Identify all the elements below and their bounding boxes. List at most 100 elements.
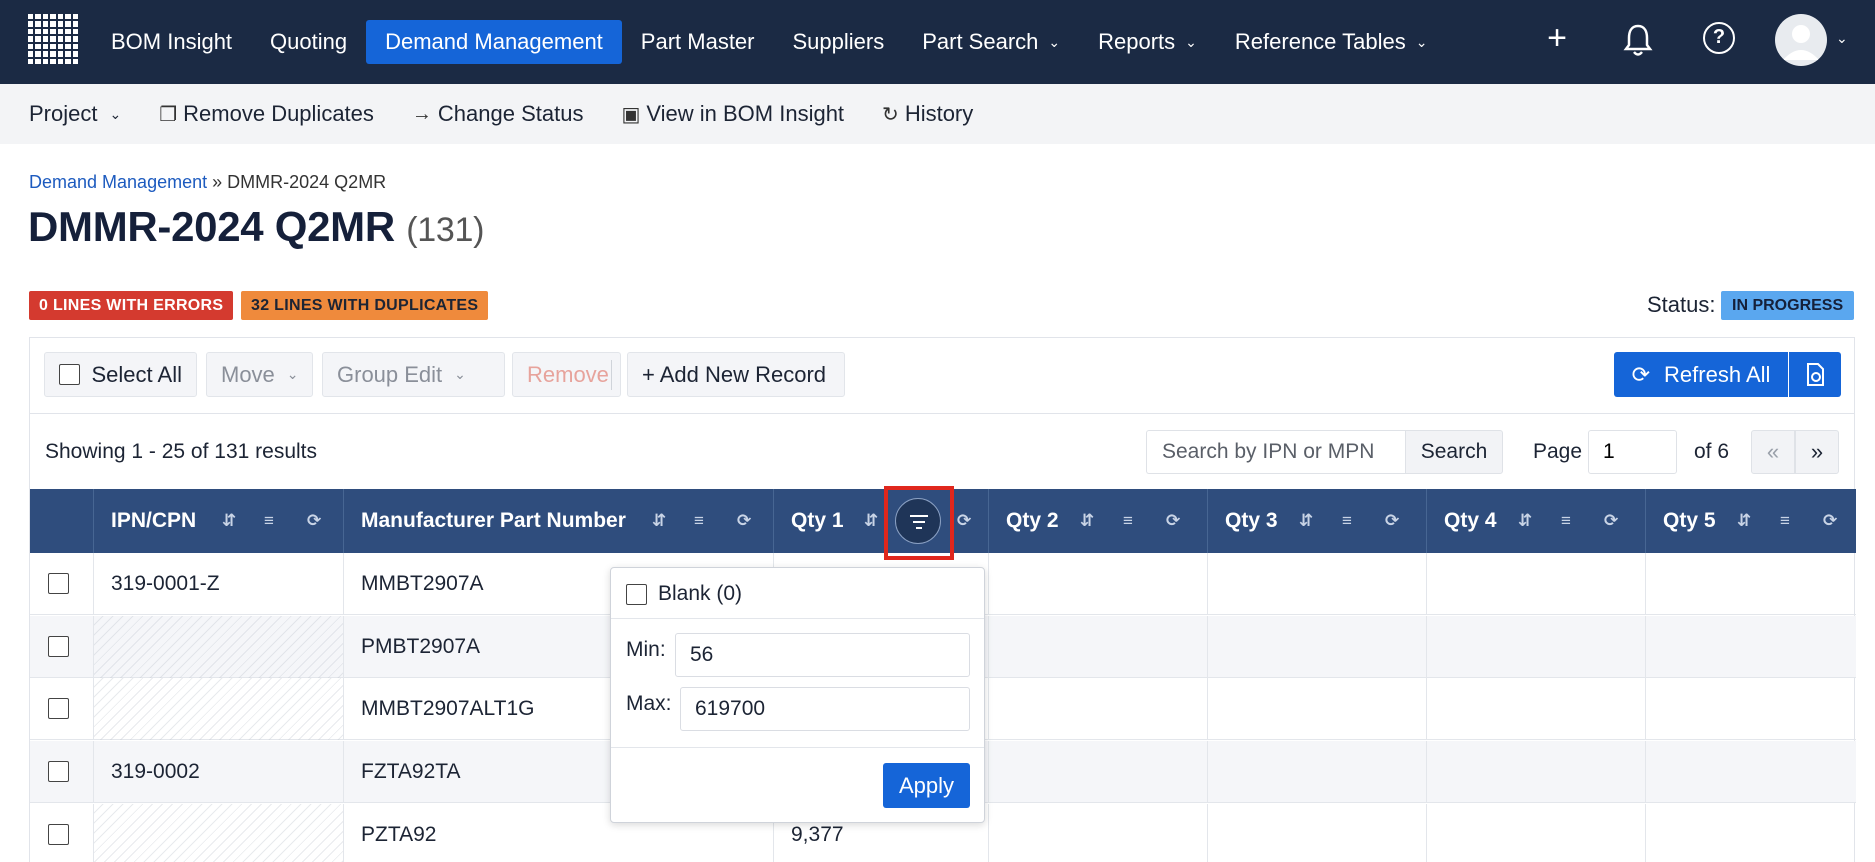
chevron-down-icon: ⌄ — [1415, 33, 1428, 50]
column-header-mpn[interactable]: Manufacturer Part Number ⇵ ≡ ⟳ — [344, 489, 774, 553]
breadcrumb-link-demand-management[interactable]: Demand Management — [29, 172, 207, 192]
cell-qty5[interactable] — [1646, 616, 1856, 678]
plus-icon[interactable]: + — [1541, 21, 1573, 55]
filter-icon[interactable]: ≡ — [1780, 511, 1790, 531]
nav-item-part-search[interactable]: Part Search ⌄ — [903, 20, 1079, 64]
row-checkbox[interactable] — [48, 824, 69, 845]
nav-item-demand-management[interactable]: Demand Management — [366, 20, 622, 64]
duplicates-badge[interactable]: 32 LINES WITH DUPLICATES — [241, 291, 489, 320]
page-number-input[interactable] — [1588, 430, 1677, 474]
sort-icon[interactable]: ⇵ — [222, 511, 236, 531]
cell-qty2[interactable] — [989, 741, 1208, 803]
refresh-icon[interactable]: ⟳ — [957, 511, 971, 531]
filter-icon[interactable]: ≡ — [694, 511, 704, 531]
refresh-all-button[interactable]: ⟳ Refresh All — [1614, 352, 1788, 397]
blank-checkbox[interactable] — [626, 583, 647, 605]
nav-item-quoting[interactable]: Quoting — [251, 20, 366, 64]
cell-ipn[interactable] — [94, 616, 344, 678]
row-checkbox[interactable] — [48, 636, 69, 657]
sort-icon[interactable]: ⇵ — [864, 511, 878, 531]
cell-qty5[interactable] — [1646, 553, 1856, 615]
cell-qty3[interactable] — [1208, 553, 1427, 615]
row-checkbox[interactable] — [48, 698, 69, 719]
column-header-qty3[interactable]: Qty 3 ⇵ ≡ ⟳ — [1208, 489, 1427, 553]
nav-item-reference-tables[interactable]: Reference Tables ⌄ — [1216, 20, 1447, 64]
avatar[interactable] — [1775, 14, 1827, 66]
cell-qty3[interactable] — [1208, 804, 1427, 862]
refresh-icon[interactable]: ⟳ — [1166, 511, 1180, 531]
refresh-icon[interactable]: ⟳ — [307, 511, 321, 531]
cell-qty4[interactable] — [1427, 616, 1646, 678]
errors-badge[interactable]: 0 LINES WITH ERRORS — [29, 291, 234, 320]
refresh-icon[interactable]: ⟳ — [1823, 511, 1837, 531]
cell-qty5[interactable] — [1646, 678, 1856, 740]
filter-icon[interactable]: ≡ — [1123, 511, 1133, 531]
remove-button[interactable]: Remove — [512, 352, 621, 397]
nav-item-bom-insight[interactable]: BOM Insight — [92, 20, 251, 64]
cell-qty2[interactable] — [989, 553, 1208, 615]
apply-button[interactable]: Apply — [883, 763, 970, 808]
project-menu[interactable]: Project ⌄ — [29, 101, 121, 127]
view-in-bom-insight-button[interactable]: ▣ View in BOM Insight — [621, 101, 844, 127]
cell-qty5[interactable] — [1646, 804, 1856, 862]
row-checkbox[interactable] — [48, 761, 69, 782]
select-all-checkbox[interactable] — [59, 364, 80, 385]
remove-duplicates-button[interactable]: ❐ Remove Duplicates — [159, 101, 374, 127]
refresh-icon[interactable]: ⟳ — [737, 511, 751, 531]
bell-icon[interactable] — [1622, 22, 1654, 58]
max-input[interactable] — [680, 687, 970, 731]
column-header-qty5[interactable]: Qty 5 ⇵ ≡ ⟳ — [1646, 489, 1856, 553]
cell-qty5[interactable] — [1646, 741, 1856, 803]
column-header-ipn[interactable]: IPN/CPN ⇵ ≡ ⟳ — [94, 489, 344, 553]
nav-item-suppliers[interactable]: Suppliers — [774, 20, 904, 64]
move-button[interactable]: Move ⌄ — [206, 352, 313, 397]
cell-ipn[interactable]: 319-0002 — [94, 741, 344, 803]
cell-ipn[interactable] — [94, 804, 344, 862]
cell-qty4[interactable] — [1427, 678, 1646, 740]
cell-qty2[interactable] — [989, 616, 1208, 678]
select-all-button[interactable]: Select All — [44, 352, 197, 397]
add-new-record-button[interactable]: + Add New Record — [627, 352, 845, 397]
sort-icon[interactable]: ⇵ — [652, 511, 666, 531]
column-header-qty2[interactable]: Qty 2 ⇵ ≡ ⟳ — [989, 489, 1208, 553]
sort-icon[interactable]: ⇵ — [1080, 511, 1094, 531]
cell-qty3[interactable] — [1208, 741, 1427, 803]
cell-qty4[interactable] — [1427, 741, 1646, 803]
filter-icon[interactable]: ≡ — [1342, 511, 1352, 531]
group-edit-button[interactable]: Group Edit ⌄ — [322, 352, 505, 397]
sort-icon[interactable]: ⇵ — [1299, 511, 1313, 531]
cell-qty3[interactable] — [1208, 678, 1427, 740]
sort-icon[interactable]: ⇵ — [1737, 511, 1751, 531]
cell-qty3[interactable] — [1208, 616, 1427, 678]
cell-ipn[interactable]: 319-0001-Z — [94, 553, 344, 615]
cell-ipn[interactable] — [94, 678, 344, 740]
filter-icon[interactable]: ≡ — [1561, 511, 1571, 531]
column-header-qty1[interactable]: Qty 1 ⇵ ⟳ — [774, 489, 989, 553]
search-input[interactable] — [1146, 430, 1405, 474]
refresh-icon[interactable]: ⟳ — [1385, 511, 1399, 531]
search-button[interactable]: Search — [1405, 430, 1503, 474]
cell-qty4[interactable] — [1427, 553, 1646, 615]
filter-icon[interactable]: ≡ — [264, 511, 274, 531]
nav-item-part-master[interactable]: Part Master — [622, 20, 774, 64]
row-checkbox-cell — [30, 616, 94, 678]
app-grid-logo-icon[interactable] — [28, 14, 78, 64]
cell-qty2[interactable] — [989, 804, 1208, 862]
chevron-down-icon[interactable]: ⌄ — [1836, 30, 1848, 47]
cell-qty2[interactable] — [989, 678, 1208, 740]
refresh-icon[interactable]: ⟳ — [1604, 511, 1618, 531]
column-header-qty4[interactable]: Qty 4 ⇵ ≡ ⟳ — [1427, 489, 1646, 553]
blank-filter-option[interactable]: Blank (0) — [626, 582, 742, 606]
change-status-button[interactable]: → Change Status — [412, 101, 584, 127]
previous-page-button[interactable]: « — [1751, 430, 1795, 474]
help-icon[interactable]: ? — [1703, 22, 1735, 54]
history-button[interactable]: ↻ History — [882, 101, 973, 127]
next-page-button[interactable]: » — [1795, 430, 1839, 474]
copy-icon: ❐ — [159, 103, 178, 126]
min-input[interactable] — [675, 633, 970, 677]
row-checkbox[interactable] — [48, 573, 69, 594]
cell-qty4[interactable] — [1427, 804, 1646, 862]
sort-icon[interactable]: ⇵ — [1518, 511, 1532, 531]
nav-item-reports[interactable]: Reports ⌄ — [1079, 20, 1216, 64]
export-button[interactable] — [1789, 352, 1841, 397]
